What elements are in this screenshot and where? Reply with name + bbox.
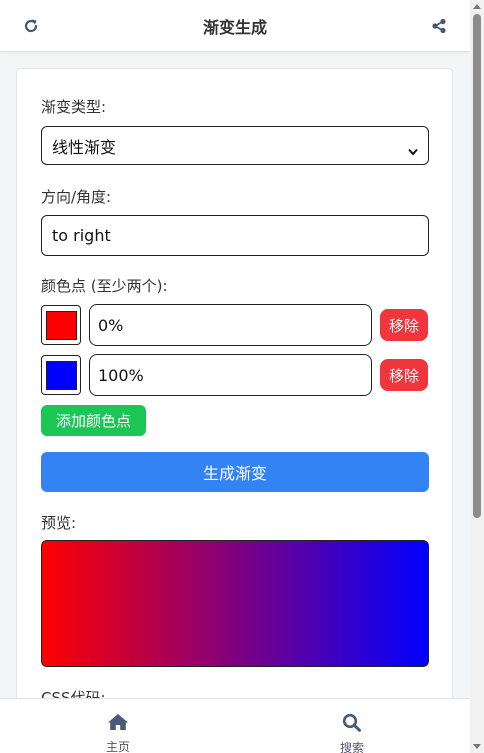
remove-stop-button[interactable]: 移除: [380, 359, 428, 391]
bottom-nav: 主页 搜索: [0, 698, 470, 753]
gradient-type-label: 渐变类型:: [41, 98, 107, 116]
nav-search-label: 搜索: [339, 741, 364, 753]
scroll-up-icon[interactable]: [473, 4, 481, 9]
color-stop-position-input[interactable]: 100%: [89, 354, 372, 396]
chevron-down-icon: [408, 141, 418, 160]
preview-label: 预览:: [41, 514, 77, 532]
app-header: 渐变生成: [0, 0, 470, 52]
color-stop-fill: [46, 311, 77, 340]
search-icon: [342, 713, 362, 736]
color-stop-fill: [46, 361, 77, 390]
home-icon: [107, 713, 129, 735]
color-stop-swatch[interactable]: [41, 305, 81, 345]
nav-item-home[interactable]: 主页: [78, 699, 158, 753]
color-stop-position-input[interactable]: 0%: [89, 304, 372, 346]
page-scrollbar[interactable]: [470, 0, 484, 753]
direction-value: to right: [52, 226, 111, 245]
scrollbar-thumb[interactable]: [473, 14, 481, 518]
color-stops-label: 颜色点 (至少两个):: [41, 277, 168, 295]
direction-input[interactable]: to right: [41, 215, 429, 256]
color-stop-position-value: 0%: [98, 315, 124, 335]
direction-label: 方向/角度:: [41, 188, 112, 206]
gradient-type-select[interactable]: 线性渐变: [41, 126, 429, 165]
scroll-down-icon[interactable]: [473, 744, 481, 749]
generate-gradient-button[interactable]: 生成渐变: [41, 452, 429, 492]
refresh-icon[interactable]: [20, 15, 42, 37]
share-icon[interactable]: [428, 15, 450, 37]
remove-stop-button[interactable]: 移除: [380, 309, 428, 341]
gradient-form-card: 渐变类型: 线性渐变 方向/角度: to right 颜色点 (至少两个): 0…: [16, 68, 453, 708]
nav-item-search[interactable]: 搜索: [312, 699, 392, 753]
color-stop-swatch[interactable]: [41, 355, 81, 395]
gradient-type-value: 线性渐变: [52, 137, 117, 157]
add-color-stop-button[interactable]: 添加颜色点: [41, 405, 146, 436]
gradient-preview: [41, 540, 429, 667]
color-stop-position-value: 100%: [98, 365, 144, 385]
page-title: 渐变生成: [202, 17, 267, 37]
nav-home-label: 主页: [105, 740, 130, 753]
